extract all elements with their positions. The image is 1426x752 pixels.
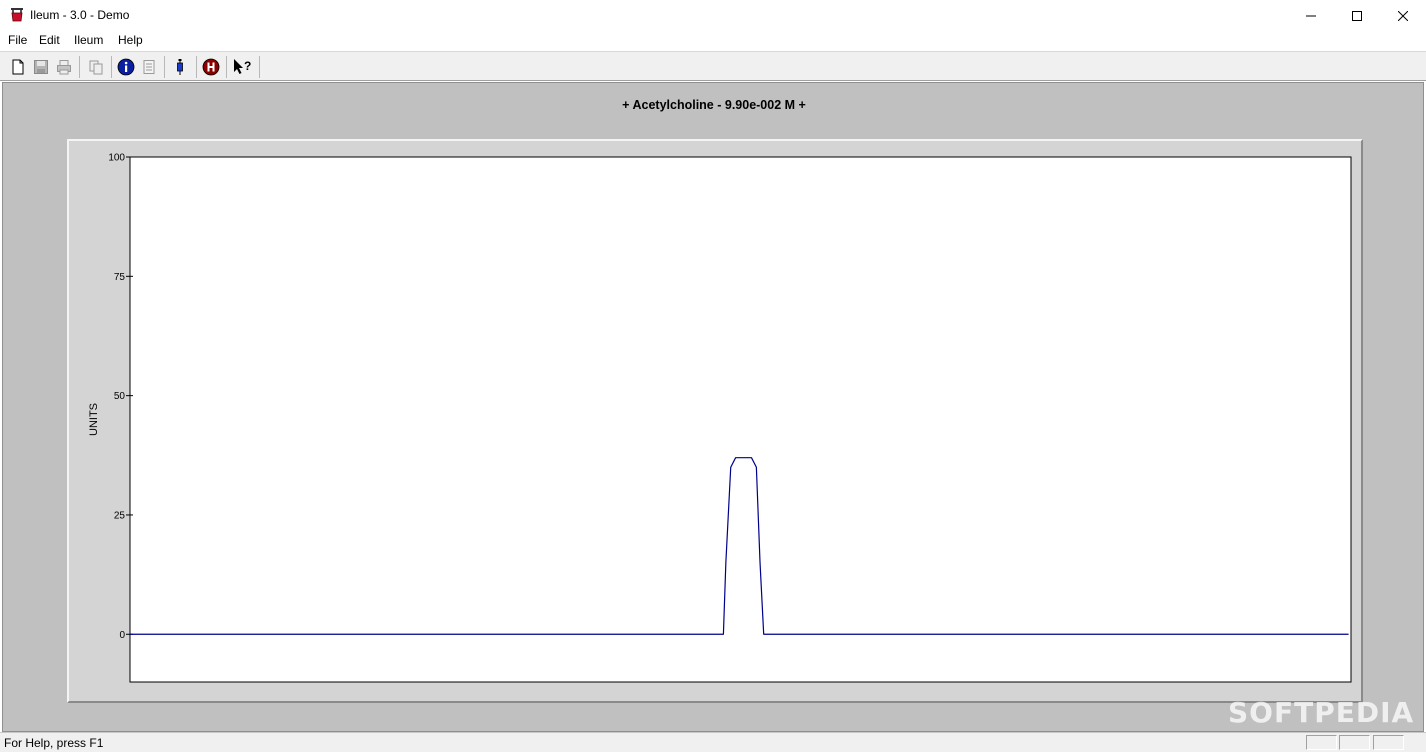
menu-edit[interactable]: Edit [39, 33, 60, 47]
notes-icon [143, 60, 155, 74]
info-icon [117, 58, 135, 76]
menu-help[interactable]: Help [118, 33, 143, 47]
y-tick-label: 50 [114, 391, 126, 402]
menu-file[interactable]: File [8, 33, 27, 47]
plot-background [129, 156, 1352, 683]
context-help-button[interactable]: ? [231, 56, 253, 78]
syringe-icon [177, 59, 183, 75]
status-bar: For Help, press F1 [0, 732, 1426, 752]
minimize-icon [1306, 15, 1316, 16]
toolbar-separator [259, 56, 260, 78]
toolbar-separator [111, 56, 112, 78]
notes-button[interactable] [138, 56, 160, 78]
save-button[interactable] [30, 56, 52, 78]
maximize-button[interactable] [1334, 0, 1380, 31]
plot-area: 0 25 50 75 100 UNITS [88, 153, 1352, 683]
status-pane [1339, 735, 1370, 750]
info-button[interactable] [115, 56, 137, 78]
softpedia-watermark: SOFTPEDIA [1228, 696, 1415, 729]
syringe-button[interactable] [169, 56, 191, 78]
y-tick-label: 75 [114, 272, 126, 283]
toolbar-separator [226, 56, 227, 78]
svg-text:?: ? [244, 59, 251, 73]
status-text: For Help, press F1 [4, 736, 104, 750]
status-pane [1306, 735, 1337, 750]
y-tick-label: 0 [119, 630, 125, 641]
menu-ileum[interactable]: Ileum [74, 33, 103, 47]
new-button[interactable] [7, 56, 29, 78]
minimize-button[interactable] [1288, 0, 1334, 31]
close-button[interactable] [1380, 0, 1426, 31]
title-bar: Ileum - 3.0 - Demo [0, 0, 1426, 31]
y-tick-label: 100 [108, 153, 125, 164]
window-title: Ileum - 3.0 - Demo [30, 8, 130, 22]
new-document-icon [12, 59, 24, 75]
print-icon [57, 60, 71, 75]
toolbar: ? [0, 51, 1426, 81]
y-tick-label: 25 [114, 510, 126, 521]
toolbar-separator [164, 56, 165, 78]
y-axis-label: UNITS [88, 403, 100, 436]
context-help-icon: ? [234, 59, 251, 74]
copy-button[interactable] [85, 56, 107, 78]
ileum-app-icon[interactable] [9, 7, 25, 23]
menu-bar: File Edit Ileum Help [0, 31, 1426, 51]
status-pane [1373, 735, 1404, 750]
toolbar-separator [79, 56, 80, 78]
chart-title: + Acetylcholine - 9.90e-002 M + [622, 98, 806, 112]
close-icon [1398, 10, 1408, 21]
maximize-icon [1352, 10, 1362, 21]
print-button[interactable] [53, 56, 75, 78]
copy-icon [89, 60, 103, 75]
h-button[interactable] [200, 56, 222, 78]
chart-panel: 0 25 50 75 100 UNITS [67, 139, 1363, 703]
h-icon [202, 58, 220, 76]
chart-view: + Acetylcholine - 9.90e-002 M + 0 25 50 75 1… [2, 82, 1424, 732]
toolbar-separator [196, 56, 197, 78]
save-icon [34, 60, 48, 74]
